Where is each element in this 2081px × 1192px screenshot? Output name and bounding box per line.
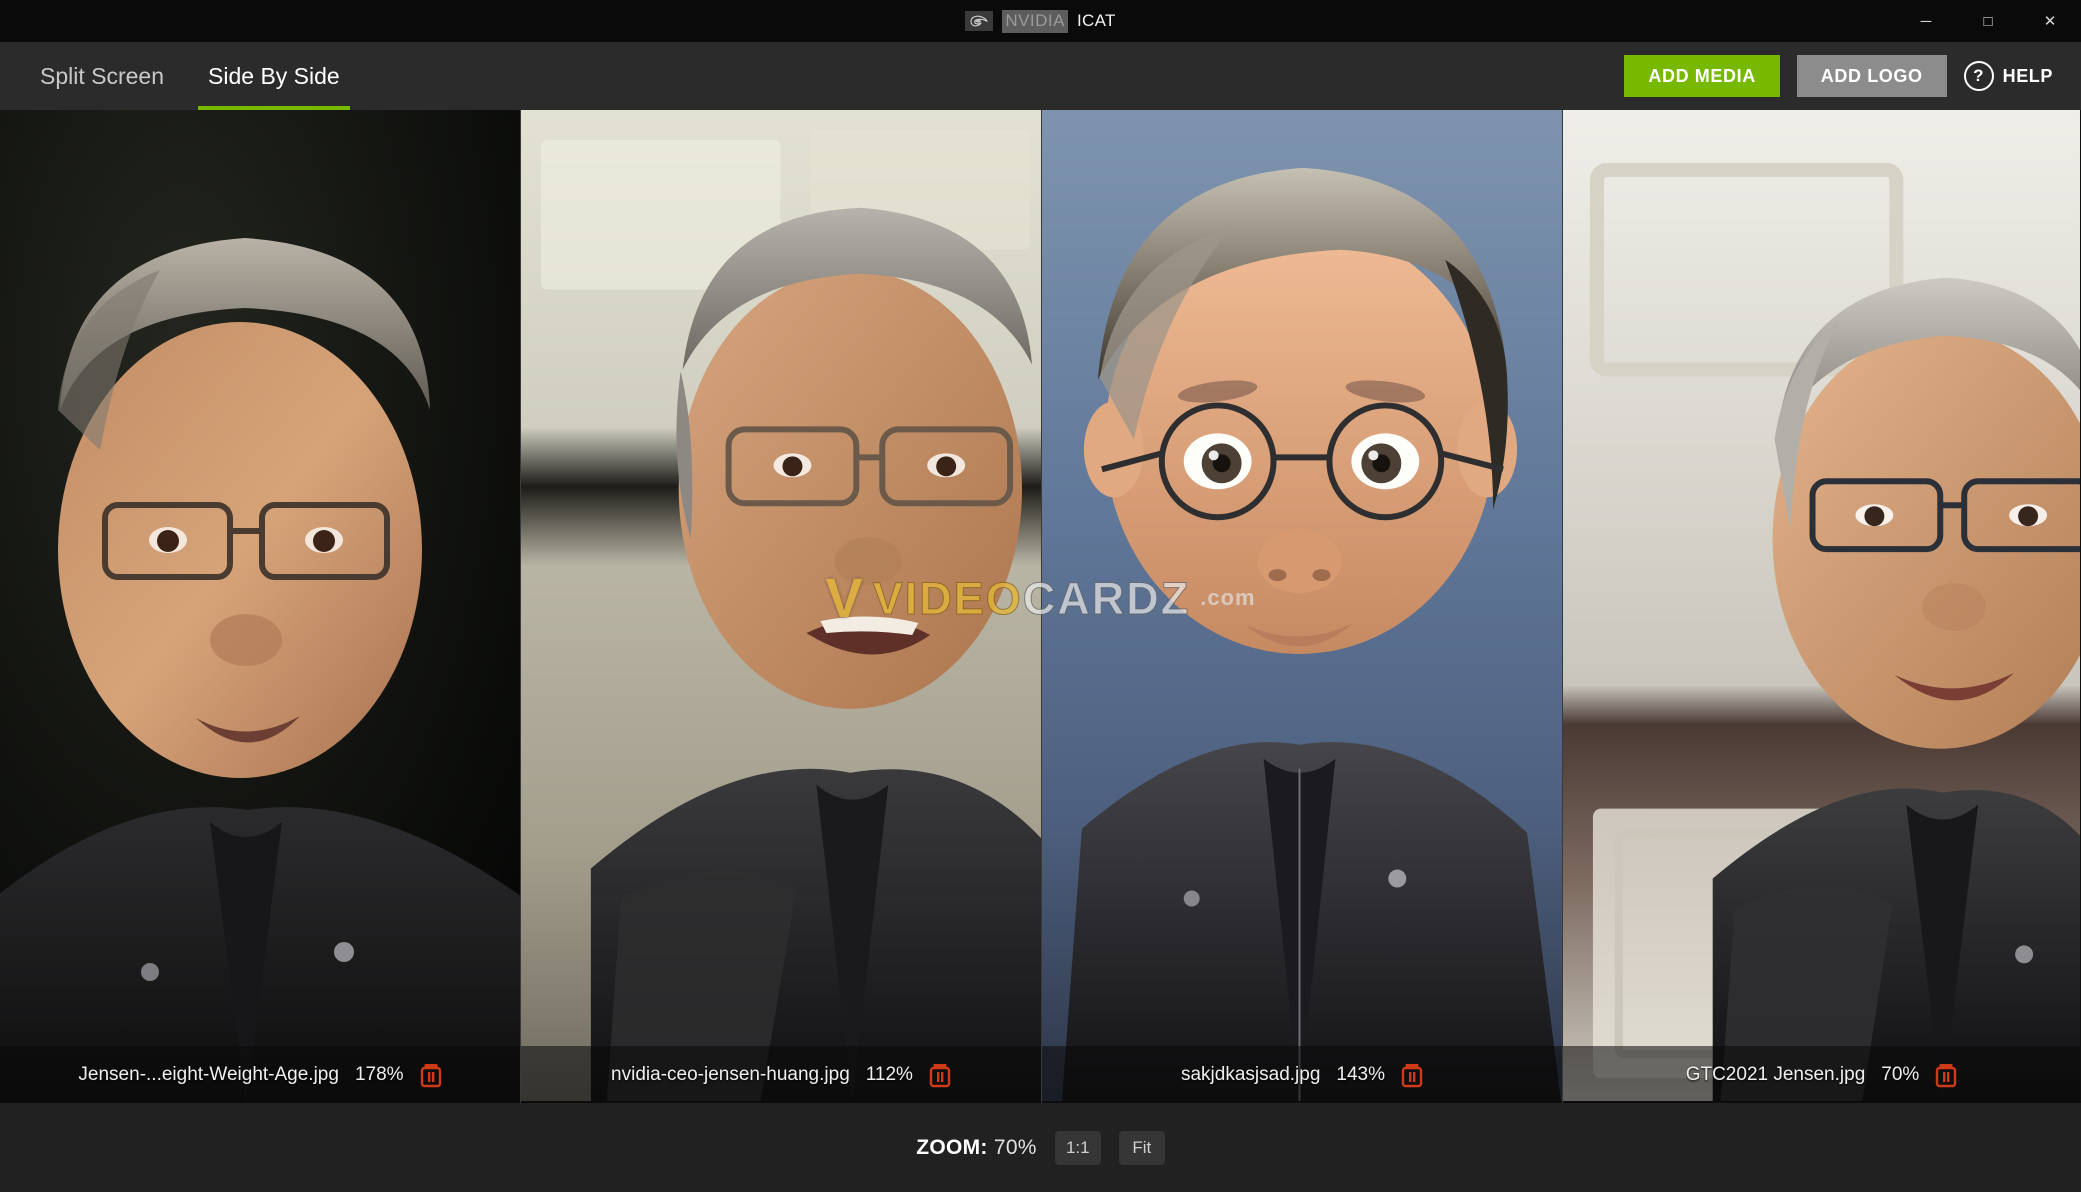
portrait-illustration-1 bbox=[0, 110, 520, 1103]
toolbar-actions: ADD MEDIA ADD LOGO ? HELP bbox=[1624, 42, 2059, 110]
pane-info-bar-3: sakjdkasjsad.jpg 143% bbox=[1042, 1046, 1562, 1103]
trash-icon[interactable] bbox=[929, 1062, 951, 1088]
pane-info-bar-4: GTC2021 Jensen.jpg 70% bbox=[1563, 1046, 2080, 1103]
media-image-4[interactable] bbox=[1563, 110, 2080, 1103]
media-image-2[interactable] bbox=[521, 110, 1041, 1103]
help-label: HELP bbox=[2002, 65, 2053, 86]
media-pane-3[interactable]: sakjdkasjsad.jpg 143% bbox=[1041, 110, 1562, 1103]
pane-zoom-1: 178% bbox=[354, 1063, 404, 1085]
bottom-zoom-bar: ZOOM: 70% 1:1 Fit bbox=[0, 1103, 2081, 1192]
zoom-value: 70% bbox=[993, 1135, 1037, 1159]
pane-info-bar-2: nvidia-ceo-jensen-huang.jpg 112% bbox=[521, 1046, 1041, 1103]
trash-icon[interactable] bbox=[1401, 1062, 1423, 1088]
zoom-prefix: ZOOM: bbox=[916, 1135, 988, 1159]
nvidia-eye-logo-icon bbox=[965, 11, 994, 31]
minimize-button[interactable]: ─ bbox=[1895, 0, 1957, 42]
pane-filename-3: sakjdkasjsad.jpg bbox=[1180, 1063, 1321, 1085]
maximize-button[interactable]: □ bbox=[1957, 0, 2019, 42]
title-app-text: ICAT bbox=[1077, 11, 1116, 30]
pane-filename-1: Jensen-...eight-Weight-Age.jpg bbox=[78, 1063, 339, 1085]
close-button[interactable]: ✕ bbox=[2019, 0, 2081, 42]
pane-zoom-4: 70% bbox=[1881, 1063, 1920, 1085]
add-logo-button[interactable]: ADD LOGO bbox=[1796, 55, 1947, 97]
pane-filename-4: GTC2021 Jensen.jpg bbox=[1685, 1063, 1866, 1085]
media-image-3[interactable] bbox=[1042, 110, 1562, 1103]
media-pane-4[interactable]: GTC2021 Jensen.jpg 70% bbox=[1562, 110, 2080, 1103]
zoom-label: ZOOM: 70% bbox=[916, 1136, 1037, 1160]
trash-icon[interactable] bbox=[1935, 1062, 1957, 1088]
portrait-illustration-4 bbox=[1563, 110, 2080, 1102]
window-title: NVIDIA ICAT bbox=[965, 9, 1116, 33]
zoom-fit-button[interactable]: Fit bbox=[1118, 1130, 1165, 1165]
pane-zoom-3: 143% bbox=[1336, 1063, 1386, 1085]
title-bar: NVIDIA ICAT ─ □ ✕ bbox=[0, 0, 2081, 42]
media-pane-2[interactable]: nvidia-ceo-jensen-huang.jpg 112% bbox=[520, 110, 1041, 1103]
media-pane-1[interactable]: Jensen-...eight-Weight-Age.jpg 178% bbox=[0, 110, 520, 1103]
toolbar: Split Screen Side By Side ADD MEDIA ADD … bbox=[0, 42, 2081, 110]
tab-split-screen[interactable]: Split Screen bbox=[18, 42, 186, 110]
image-comparison-viewer[interactable]: Jensen-...eight-Weight-Age.jpg 178% nvid… bbox=[0, 110, 2081, 1103]
tab-side-by-side[interactable]: Side By Side bbox=[186, 42, 362, 110]
title-brand-text: NVIDIA bbox=[1002, 9, 1068, 33]
trash-icon[interactable] bbox=[420, 1062, 442, 1088]
media-image-1[interactable] bbox=[0, 110, 520, 1103]
help-button[interactable]: ? HELP bbox=[1963, 61, 2059, 91]
portrait-illustration-2 bbox=[521, 110, 1041, 1102]
add-media-button[interactable]: ADD MEDIA bbox=[1624, 55, 1780, 97]
pane-zoom-2: 112% bbox=[865, 1063, 913, 1085]
cartoon-avatar-illustration bbox=[1042, 110, 1562, 1102]
view-mode-tabs: Split Screen Side By Side bbox=[0, 42, 362, 110]
question-mark-icon: ? bbox=[1963, 61, 1994, 91]
window-controls: ─ □ ✕ bbox=[1895, 0, 2081, 42]
pane-filename-2: nvidia-ceo-jensen-huang.jpg bbox=[611, 1063, 850, 1085]
zoom-one-to-one-button[interactable]: 1:1 bbox=[1054, 1130, 1101, 1165]
pane-info-bar-1: Jensen-...eight-Weight-Age.jpg 178% bbox=[0, 1046, 520, 1103]
